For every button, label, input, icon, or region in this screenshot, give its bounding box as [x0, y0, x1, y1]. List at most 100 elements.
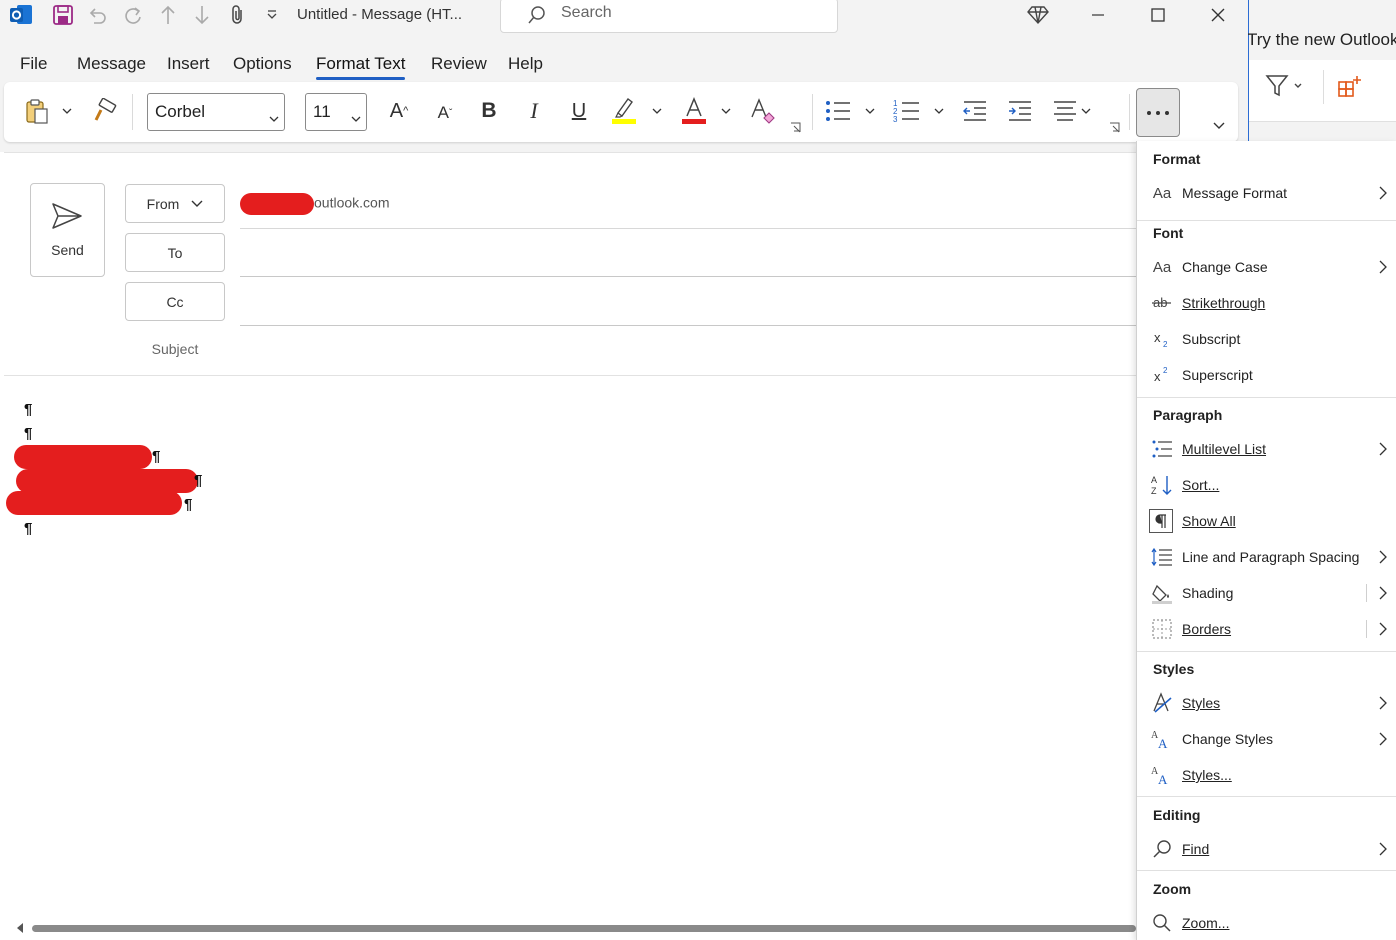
tab-format-text[interactable]: Format Text — [316, 54, 406, 80]
decrease-indent-icon[interactable] — [960, 96, 990, 126]
tab-options[interactable]: Options — [233, 54, 292, 74]
tab-review[interactable]: Review — [431, 54, 487, 74]
menu-item-show-all[interactable]: Show All — [1137, 504, 1396, 540]
title-bar: Untitled - Message (HT... Search — [0, 0, 1248, 44]
shrink-font-icon[interactable]: Aˇ — [430, 98, 460, 128]
menu-section-font: Font — [1153, 225, 1184, 241]
from-label: From — [146, 195, 180, 212]
subject-field-input[interactable] — [4, 375, 1136, 376]
menu-item-change-case[interactable]: Aa Change Case — [1137, 250, 1396, 286]
customize-quick-access-icon[interactable] — [259, 2, 285, 28]
menu-item-subscript[interactable]: x2 Subscript — [1137, 322, 1396, 358]
from-button[interactable]: From — [125, 184, 225, 223]
menu-item-superscript[interactable]: x2 Superscript — [1137, 358, 1396, 394]
menu-item-sort[interactable]: AZ Sort... — [1137, 468, 1396, 504]
menu-item-change-styles[interactable]: AA Change Styles — [1137, 722, 1396, 758]
increase-indent-icon[interactable] — [1005, 96, 1035, 126]
svg-text:2: 2 — [1163, 366, 1168, 375]
collapse-ribbon-icon[interactable] — [1210, 118, 1228, 132]
italic-icon[interactable]: I — [519, 96, 549, 126]
send-button[interactable]: Send — [30, 183, 105, 277]
numbering-icon[interactable]: 123 — [891, 96, 923, 126]
to-button[interactable]: To — [125, 233, 225, 272]
search-box[interactable]: Search — [500, 0, 838, 33]
menu-item-strikethrough[interactable]: ab Strikethrough — [1137, 286, 1396, 322]
maximize-button[interactable] — [1138, 2, 1178, 28]
message-body[interactable]: ¶ ¶ ¶ ¶ ¶ ¶ — [4, 377, 1136, 917]
grow-font-icon[interactable]: A ^ — [384, 96, 414, 126]
align-icon[interactable] — [1050, 96, 1080, 126]
menu-item-styles[interactable]: Styles — [1137, 686, 1396, 722]
paragraph-mark: ¶ — [24, 520, 33, 537]
menu-item-line-spacing[interactable]: Line and Paragraph Spacing — [1137, 540, 1396, 576]
menu-item-zoom[interactable]: Zoom... — [1137, 906, 1396, 940]
ribbon-tabs: File Message Insert Options Format Text … — [0, 44, 1248, 82]
more-commands-menu: Format Aa Message Format Font Aa Change … — [1136, 141, 1396, 940]
font-color-dropdown-icon[interactable] — [719, 104, 733, 118]
line-spacing-icon — [1151, 546, 1173, 568]
find-magnifier-icon — [1151, 838, 1173, 860]
close-button[interactable] — [1198, 2, 1238, 28]
menu-item-label: Change Styles — [1182, 731, 1274, 747]
menu-item-message-format[interactable]: Aa Message Format — [1137, 176, 1396, 212]
paragraph-mark: ¶ — [152, 448, 161, 465]
paste-icon[interactable] — [22, 96, 52, 126]
cc-button[interactable]: Cc — [125, 282, 225, 321]
menu-item-find[interactable]: Find — [1137, 832, 1396, 868]
add-apps-icon[interactable] — [1337, 74, 1363, 105]
menu-item-shading[interactable]: Shading — [1137, 576, 1396, 612]
try-new-outlook-text[interactable]: Try the new Outlook — [1247, 30, 1396, 50]
attach-file-icon[interactable] — [225, 2, 251, 28]
clear-formatting-icon[interactable] — [748, 96, 778, 126]
menu-item-styles-dialog[interactable]: AA Styles... — [1137, 758, 1396, 794]
paste-dropdown-icon[interactable] — [60, 104, 74, 118]
horizontal-scrollbar[interactable] — [14, 921, 1136, 935]
numbering-dropdown-icon[interactable] — [932, 104, 946, 118]
bold-icon[interactable]: B — [474, 96, 504, 126]
font-dialog-launcher-icon[interactable] — [788, 120, 802, 134]
tab-message[interactable]: Message — [77, 54, 146, 74]
menu-item-label: Change Case — [1182, 259, 1268, 275]
text-format-icon: Aa — [1152, 184, 1172, 202]
chevron-right-icon — [1379, 550, 1387, 569]
next-item-icon[interactable] — [189, 2, 215, 28]
menu-item-multilevel-list[interactable]: Multilevel List — [1137, 432, 1396, 468]
menu-item-label: Find — [1182, 841, 1210, 857]
to-field-input[interactable] — [240, 276, 1136, 277]
tab-insert[interactable]: Insert — [167, 54, 210, 74]
highlight-dropdown-icon[interactable] — [650, 104, 664, 118]
menu-section-editing: Editing — [1153, 807, 1201, 823]
highlight-icon[interactable] — [608, 94, 640, 126]
tab-help[interactable]: Help — [508, 54, 543, 74]
align-dropdown-icon[interactable] — [1079, 104, 1093, 118]
shading-bucket-icon — [1151, 582, 1173, 604]
paragraph-dialog-launcher-icon[interactable] — [1107, 120, 1121, 134]
chevron-right-icon — [1379, 842, 1387, 861]
minimize-button[interactable] — [1078, 2, 1118, 28]
menu-item-borders[interactable]: Borders — [1137, 612, 1396, 648]
menu-item-label: Message Format — [1182, 185, 1288, 201]
scrollbar-thumb[interactable] — [32, 925, 1136, 932]
filter-icon[interactable] — [1265, 74, 1305, 103]
redo-icon[interactable] — [120, 2, 146, 28]
cc-field-input[interactable] — [240, 325, 1136, 326]
save-icon[interactable] — [50, 2, 76, 28]
more-commands-button[interactable] — [1136, 88, 1180, 137]
scroll-left-icon[interactable] — [14, 921, 26, 940]
previous-item-icon[interactable] — [155, 2, 181, 28]
chevron-right-icon[interactable] — [1379, 622, 1387, 641]
chevron-right-icon[interactable] — [1379, 586, 1387, 605]
bullets-icon[interactable] — [822, 96, 854, 126]
undo-icon[interactable] — [84, 2, 110, 28]
font-size-combo[interactable]: 11 — [305, 93, 367, 131]
bullets-dropdown-icon[interactable] — [863, 104, 877, 118]
font-color-icon[interactable] — [678, 94, 710, 126]
menu-section-paragraph: Paragraph — [1153, 407, 1223, 423]
premium-diamond-icon[interactable] — [1018, 2, 1058, 28]
format-painter-icon[interactable] — [90, 96, 120, 126]
menu-item-label: Sort... — [1182, 477, 1220, 493]
svg-text:x: x — [1154, 369, 1161, 384]
font-name-combo[interactable]: Corbel — [147, 93, 285, 131]
tab-file[interactable]: File — [20, 54, 47, 74]
underline-icon[interactable]: U — [564, 96, 594, 126]
